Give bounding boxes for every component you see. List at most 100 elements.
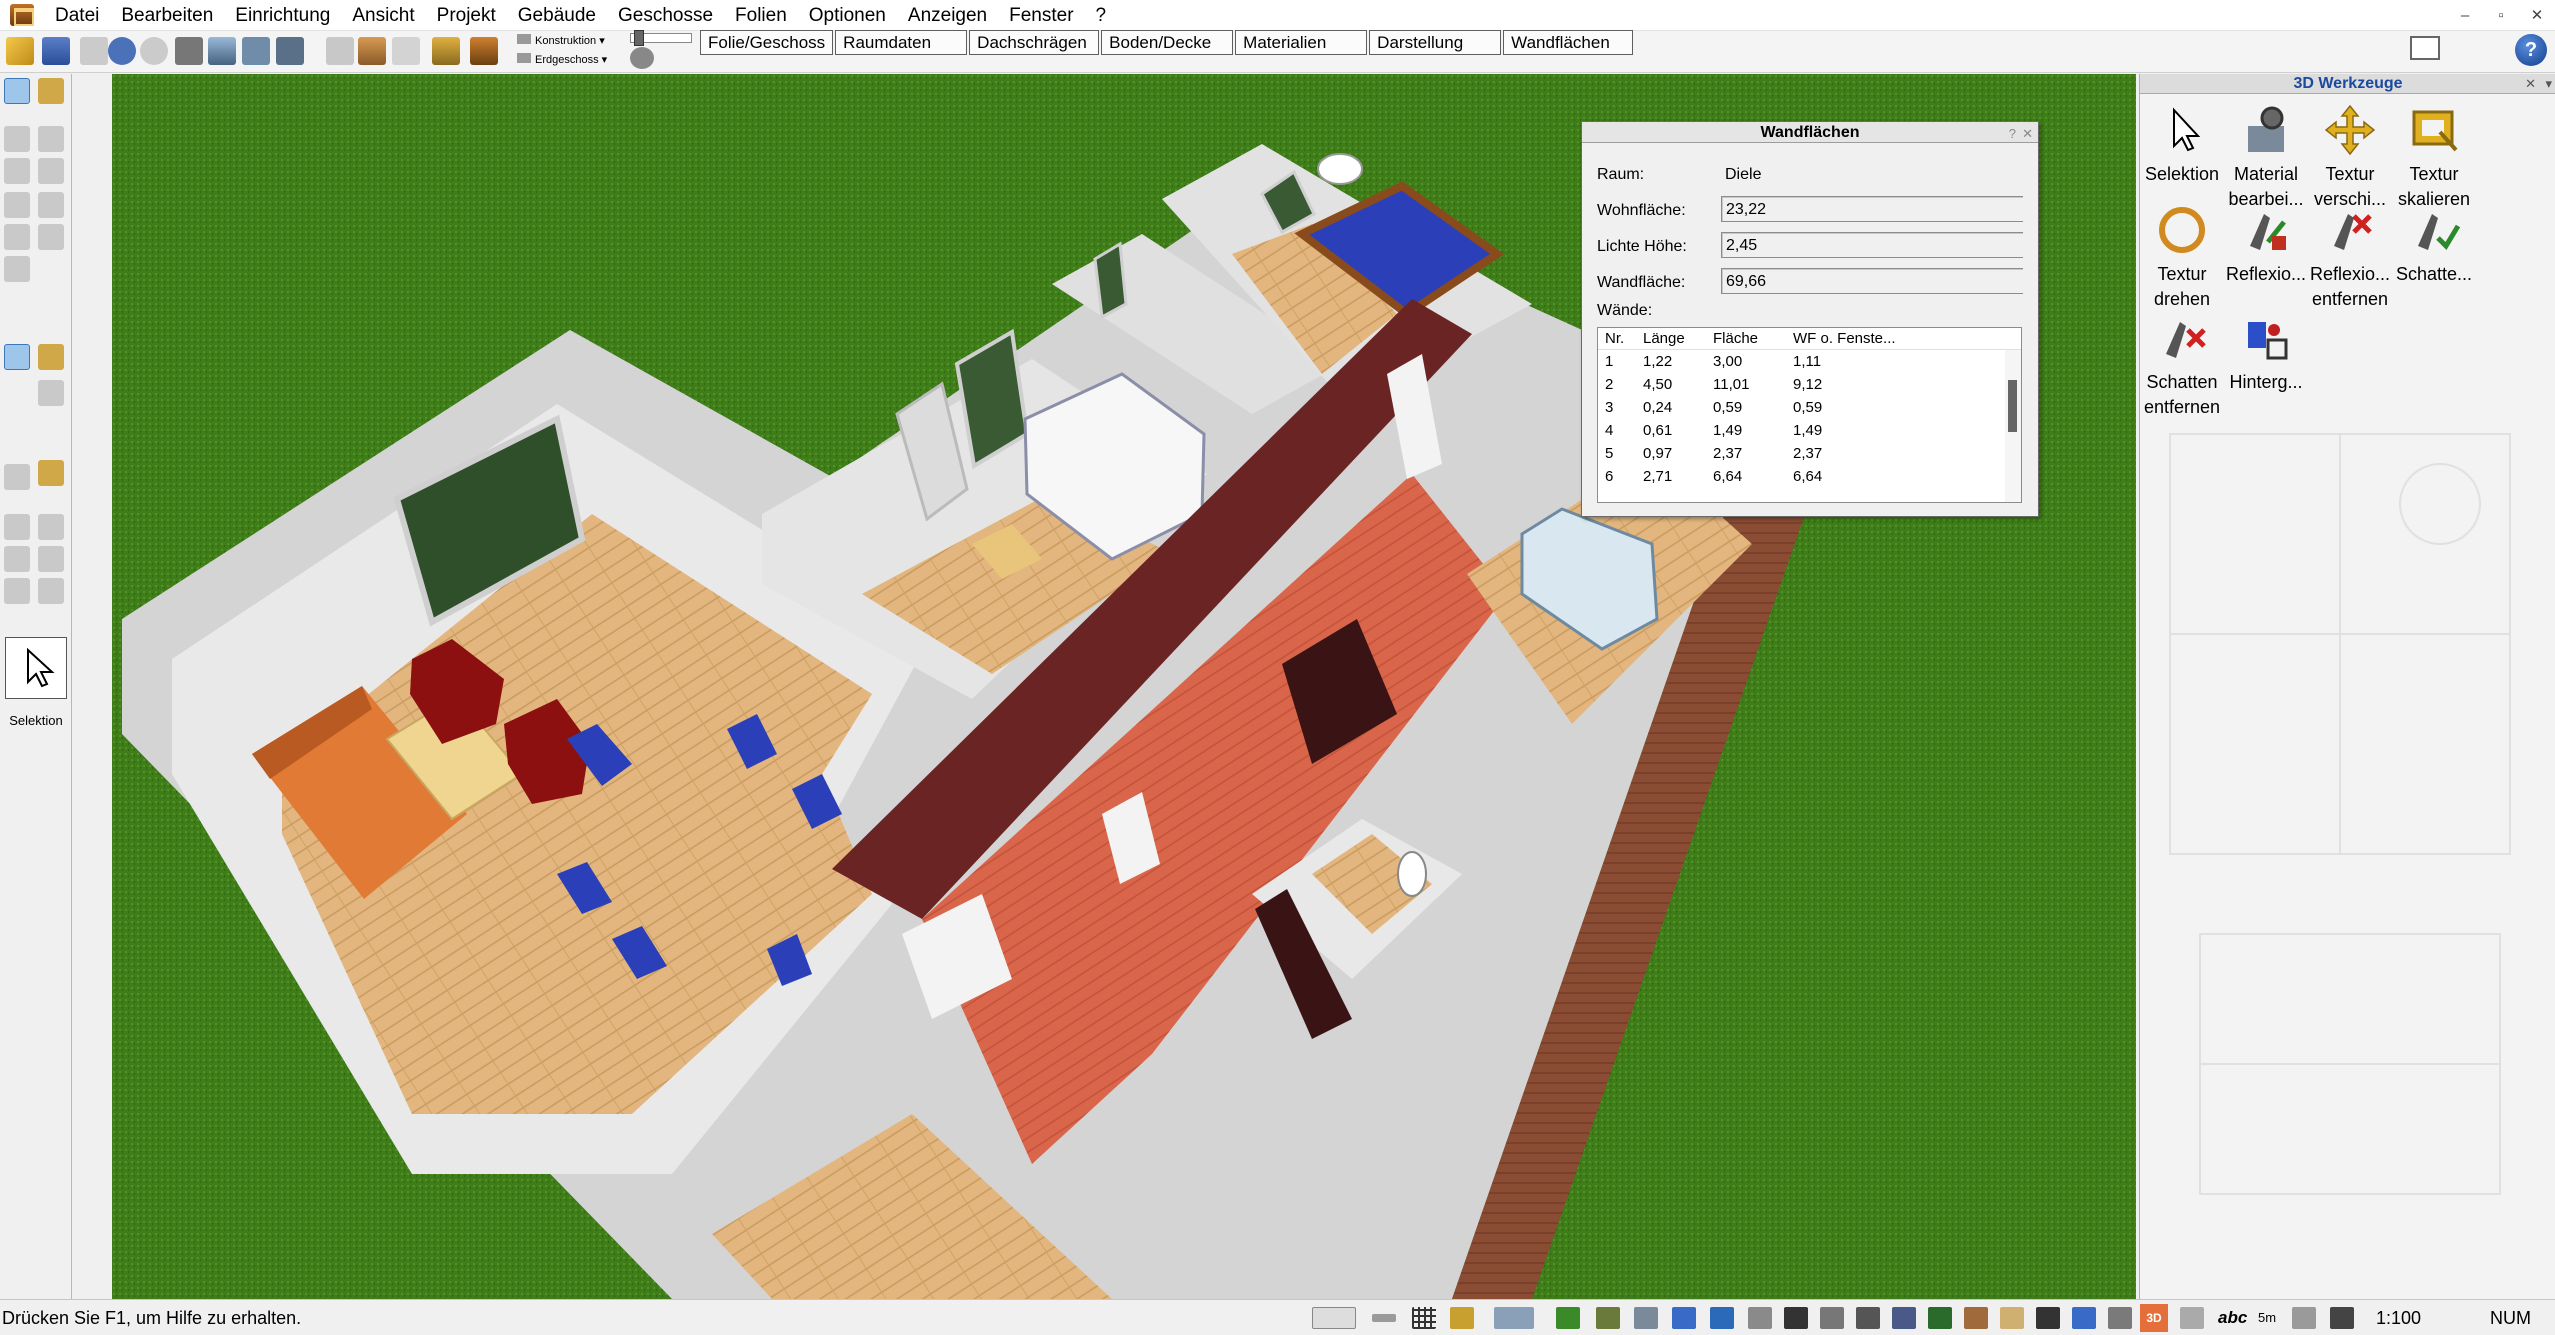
table-row[interactable]: 3 0,24 0,59 0,59 (1598, 396, 2021, 419)
stairs-icon[interactable] (1964, 1307, 1988, 1329)
chair-icon[interactable] (1892, 1307, 1916, 1329)
sink-icon[interactable] (2072, 1307, 2096, 1329)
app-icon[interactable] (10, 4, 34, 26)
menu-gebaeude[interactable]: Gebäude (507, 0, 607, 31)
line-tool-icon[interactable] (4, 514, 30, 540)
tool-hintergrund[interactable]: Hinterg... (2224, 310, 2308, 395)
table-row[interactable]: 5 0,97 2,37 2,37 (1598, 442, 2021, 465)
pencil-tool-icon[interactable] (38, 344, 64, 370)
walls-table-scroll-thumb[interactable] (2008, 380, 2017, 432)
tab-wandflaechen[interactable]: Wandflächen (1503, 30, 1634, 55)
window-tool-icon[interactable] (4, 192, 30, 218)
select-object-icon[interactable] (38, 78, 64, 104)
select-arrow-icon[interactable] (4, 78, 30, 104)
walls-table[interactable]: Nr. Länge Fläche WF o. Fenste... 1 1,22 … (1597, 327, 2022, 503)
undo-icon[interactable] (80, 37, 108, 65)
light-icon[interactable] (1820, 1307, 1844, 1329)
menu-fenster[interactable]: Fenster (998, 0, 1084, 31)
close-button[interactable]: ✕ (2519, 0, 2555, 31)
help-icon[interactable]: ? (2515, 34, 2547, 66)
wandflaeche-field[interactable]: 69,66 (1721, 268, 2023, 294)
blue-layer-icon[interactable] (1710, 1307, 1734, 1329)
column-nr[interactable]: Nr. (1598, 328, 1636, 349)
tool-material-bearbeiten[interactable]: Material bearbei... (2224, 102, 2308, 212)
3d-viewport[interactable]: Wandflächen ? ✕ Raum: Diele Wohnfläche: … (112, 74, 2136, 1299)
tab-raumdaten[interactable]: Raumdaten (835, 30, 968, 55)
text-abc-icon[interactable]: abc (2218, 1307, 2248, 1329)
symbol-tool-icon[interactable] (4, 578, 30, 604)
terrain-tool-icon[interactable] (4, 464, 30, 490)
menu-optionen[interactable]: Optionen (798, 0, 897, 31)
menu-folien[interactable]: Folien (724, 0, 798, 31)
menu-einrichtung[interactable]: Einrichtung (224, 0, 341, 31)
panel-close-button[interactable]: ✕ (2525, 74, 2536, 94)
open-folder-icon[interactable] (6, 37, 34, 65)
ceiling-tool-icon[interactable] (4, 256, 30, 282)
selection-tool-button[interactable] (5, 637, 67, 699)
tab-dachschraegen[interactable]: Dachschrägen (969, 30, 1100, 55)
keyboard-icon[interactable] (1312, 1307, 1356, 1329)
tab-darstellung[interactable]: Darstellung (1369, 30, 1502, 55)
door-tool-icon[interactable] (38, 158, 64, 184)
dimension-tool-icon[interactable] (4, 546, 30, 572)
dimension-icon[interactable] (2108, 1307, 2132, 1329)
print-icon[interactable] (175, 37, 203, 65)
3d-mode-button[interactable]: 3D (2140, 1304, 2168, 1332)
room-tool-icon[interactable] (38, 126, 64, 152)
hand-pan-icon[interactable] (326, 37, 354, 65)
hatch-icon[interactable] (1634, 1307, 1658, 1329)
walls-table-scrollbar[interactable] (2005, 350, 2021, 502)
measure-5m-icon[interactable]: 5m (2258, 1307, 2286, 1329)
menu-bearbeiten[interactable]: Bearbeiten (110, 0, 224, 31)
save-icon[interactable] (42, 37, 70, 65)
tool-icon[interactable] (392, 37, 420, 65)
menu-anzeigen[interactable]: Anzeigen (897, 0, 998, 31)
tab-boden-decke[interactable]: Boden/Decke (1101, 30, 1234, 55)
tree-icon[interactable] (1928, 1307, 1952, 1329)
tool-schatten[interactable]: Schatte... (2392, 202, 2476, 287)
dialog-help-button[interactable]: ? (2009, 123, 2016, 144)
stamp-icon[interactable] (1748, 1307, 1772, 1329)
tool-textur-skalieren[interactable]: Textur skalieren (2392, 102, 2476, 212)
roof-icon[interactable] (2000, 1307, 2024, 1329)
tap-icon[interactable] (2036, 1307, 2060, 1329)
pencil-icon[interactable] (1450, 1307, 1474, 1329)
terrain-icon[interactable] (1556, 1307, 1580, 1329)
text-tool-icon[interactable] (38, 514, 64, 540)
hatch-tool-icon[interactable] (38, 578, 64, 604)
column-laenge[interactable]: Länge (1636, 328, 1706, 349)
line-style-icon[interactable] (1372, 1314, 1396, 1322)
menu-geschosse[interactable]: Geschosse (607, 0, 724, 31)
tab-folie-geschoss[interactable]: Folie/Geschoss (700, 30, 834, 55)
roof-tool-icon[interactable] (4, 224, 30, 250)
print-preview-icon[interactable] (208, 37, 236, 65)
konstruktion-dropdown[interactable]: Konstruktion ▾ (517, 33, 605, 50)
table-row[interactable]: 4 0,61 1,49 1,49 (1598, 419, 2021, 442)
settings-gear-icon[interactable] (630, 47, 654, 69)
dormer-tool-icon[interactable] (38, 224, 64, 250)
menu-ansicht[interactable]: Ansicht (341, 0, 425, 31)
restore-button[interactable]: ▫ (2483, 0, 2519, 31)
lichte-hoehe-field[interactable]: 2,45 (1721, 232, 2023, 258)
opacity-slider-thumb[interactable] (634, 30, 644, 46)
menu-datei[interactable]: Datei (44, 0, 110, 31)
tool-selektion[interactable]: Selektion (2140, 102, 2224, 187)
landscape-tool-icon[interactable] (38, 460, 64, 486)
column-tool-icon[interactable] (4, 158, 30, 184)
stairs-tool-icon[interactable] (38, 192, 64, 218)
zoom-window-icon[interactable] (242, 37, 270, 65)
column-wf-ohne-fenster[interactable]: WF o. Fenste... (1786, 328, 1896, 349)
grid-icon[interactable] (1412, 1307, 1436, 1329)
compass-icon[interactable] (2330, 1307, 2354, 1329)
house-view-icon[interactable] (358, 37, 386, 65)
panel-menu-button[interactable]: ▾ (2545, 74, 2552, 94)
wall-tool-icon[interactable] (4, 126, 30, 152)
footprints-icon[interactable] (1784, 1307, 1808, 1329)
tab-materialien[interactable]: Materialien (1235, 30, 1368, 55)
minimize-button[interactable]: – (2447, 0, 2483, 31)
tool-schatten-entfernen[interactable]: Schatten entfernen (2140, 310, 2224, 420)
person-icon[interactable] (1856, 1307, 1880, 1329)
menu-help[interactable]: ? (1085, 0, 1118, 31)
bed-icon[interactable] (2292, 1307, 2316, 1329)
dialog-close-button[interactable]: ✕ (2022, 123, 2033, 144)
